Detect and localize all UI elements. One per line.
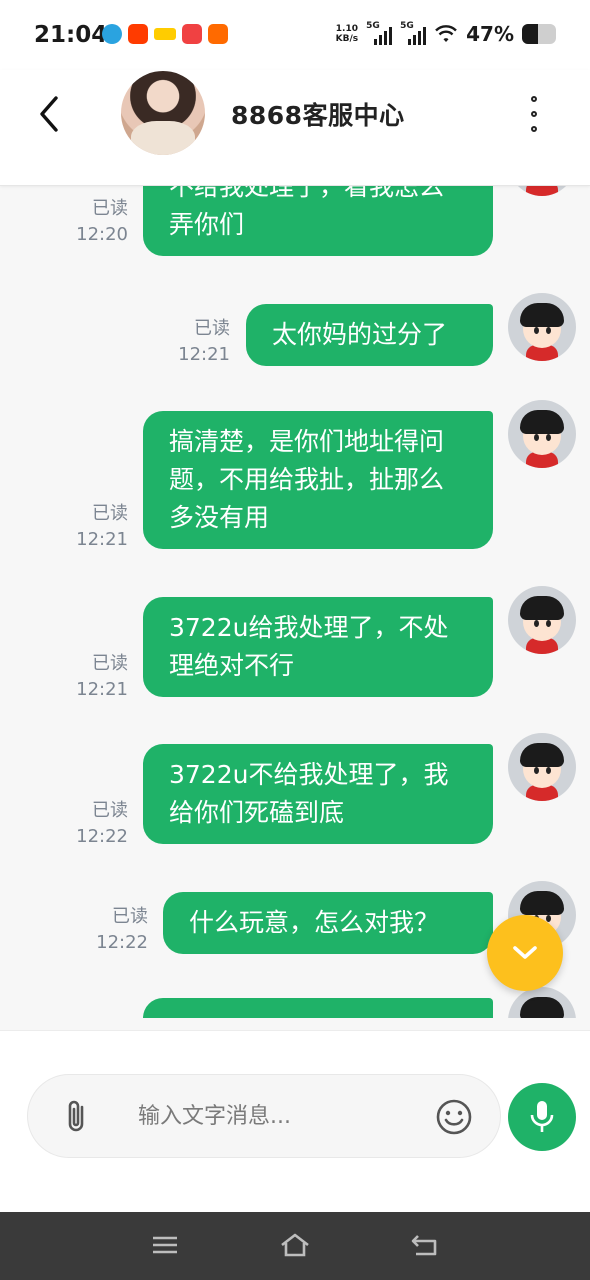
message-bubble[interactable]: 3722u给我处理了，不处理绝对不行 [143,597,493,697]
battery-icon [522,24,556,44]
wifi-icon [435,25,457,42]
home-icon[interactable] [278,1230,312,1260]
status-time: 21:04 [34,22,108,48]
user-avatar[interactable] [508,987,576,1018]
user-avatar[interactable] [508,400,576,468]
message-list[interactable]: 已读 12:20 不给我处理了，看我怎么弄你们 已读 12:21 太你妈的过分了… [0,186,590,1018]
tmall-notification-icon [154,28,176,40]
message-bubble[interactable]: 太你妈的过分了 [246,304,493,366]
message-meta: 已读 12:21 [172,316,230,368]
message-meta: 已读 12:20 [70,196,128,248]
network-speed: 1.10 KB/s [335,24,359,44]
taobao-notification-icon [128,24,148,44]
contact-avatar[interactable] [121,71,205,155]
read-status: 已读 [92,800,128,821]
message-time: 12:22 [96,932,148,953]
read-status: 已读 [92,653,128,674]
input-container [27,1074,501,1158]
read-status: 已读 [112,906,148,927]
user-avatar[interactable] [508,586,576,654]
scroll-to-bottom-button[interactable] [487,915,563,991]
message-input[interactable] [138,1093,418,1139]
message-meta: 已读 12:22 [90,904,148,956]
recent-apps-icon[interactable] [148,1230,182,1260]
message-bubble[interactable]: 搞清楚，是你们地址得问题，不用给我扯，扯那么多没有用 [143,411,493,549]
message-bubble[interactable]: 不给我处理了，看我怎么弄你们 [143,186,493,256]
user-avatar[interactable] [508,293,576,361]
message-time: 12:21 [76,529,128,550]
status-bar: 21:04 1.10 KB/s 5G 5G 47% [0,0,590,70]
signal-5g-icon: 5G [400,21,427,45]
message-meta: 已读 12:21 [70,651,128,703]
signal-5g-icon: 5G [366,21,393,45]
message-bubble[interactable] [143,998,493,1018]
app-notification-icon [208,24,228,44]
message-composer [0,1030,590,1212]
telegram-notification-icon [102,24,122,44]
message-time: 12:21 [178,344,230,365]
read-status: 已读 [194,318,230,339]
message-meta: 已读 12:21 [70,501,128,553]
read-status: 已读 [92,198,128,219]
system-navigation-bar [0,1212,590,1280]
user-avatar[interactable] [508,733,576,801]
message-time: 12:22 [76,826,128,847]
message-bubble[interactable]: 3722u不给我处理了，我给你们死磕到底 [143,744,493,844]
message-time: 12:20 [76,224,128,245]
back-nav-icon[interactable] [408,1230,442,1260]
notification-icons [102,24,228,44]
message-bubble[interactable]: 什么玩意，怎么对我？ [163,892,493,954]
chat-header: 8868客服中心 [0,70,590,186]
toutiao-notification-icon [182,24,202,44]
more-options-icon[interactable] [520,94,548,134]
chat-title: 8868客服中心 [231,101,405,130]
microphone-icon [530,1101,554,1132]
message-time: 12:21 [76,679,128,700]
battery-percent: 47% [466,22,514,46]
emoji-icon[interactable] [434,1097,474,1137]
message-meta: 已读 12:22 [70,798,128,850]
paperclip-icon[interactable] [60,1097,96,1137]
status-indicators: 1.10 KB/s 5G 5G 47% [335,21,556,46]
back-arrow-icon[interactable] [30,92,70,136]
user-avatar[interactable] [508,186,576,196]
voice-record-button[interactable] [508,1083,576,1151]
read-status: 已读 [92,503,128,524]
chevron-down-icon [513,946,537,959]
